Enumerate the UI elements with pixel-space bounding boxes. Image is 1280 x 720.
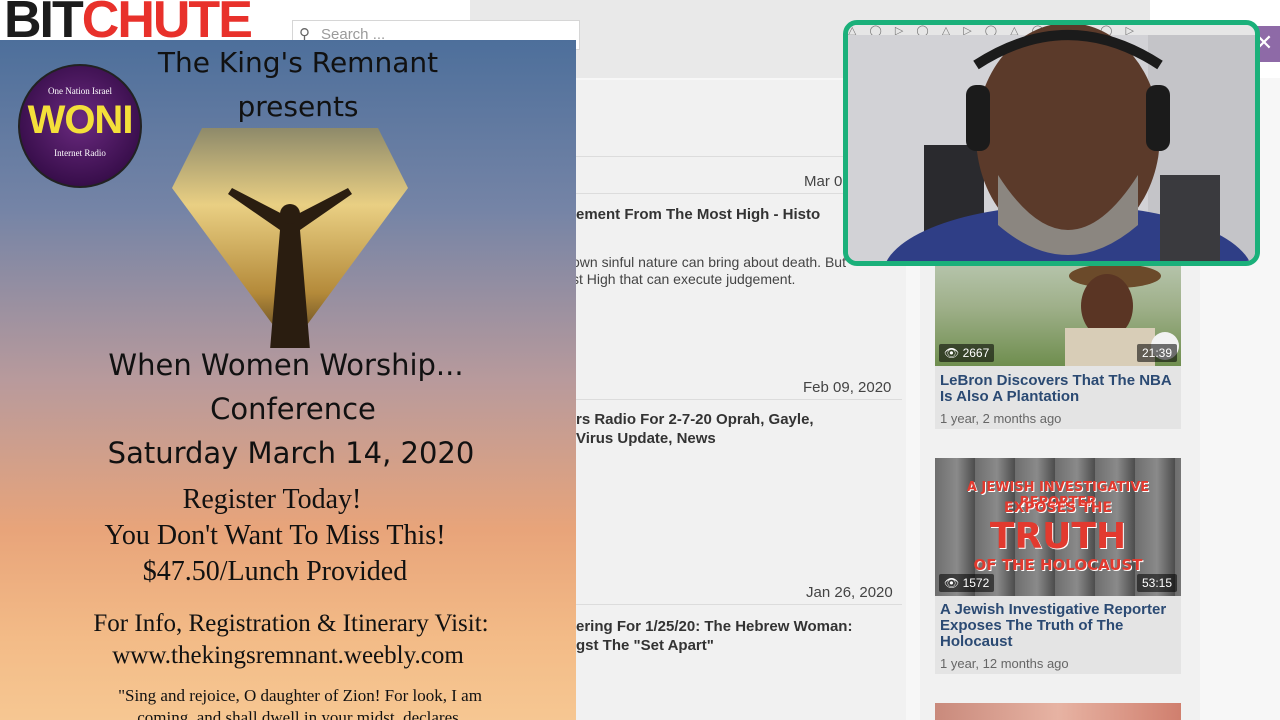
card-age: 1 year, 12 months ago [940,656,1069,671]
eye-icon: 👁 [944,346,963,360]
video-thumbnail[interactable] [935,703,1181,720]
scripture-quote-2: coming, and shall dwell in your midst, d… [137,708,459,720]
thumb-caption: OF THE HOLOCAUST [973,556,1143,574]
event-date: Saturday March 14, 2020 [107,436,475,470]
price-text: $47.50/Lunch Provided [142,556,408,587]
video-thumbnail[interactable]: A JEWISH INVESTIGATIVE REPORTER EXPOSES … [935,458,1181,596]
thumb-caption: EXPOSES THE [1004,500,1112,516]
website-url: www.thekingsremnant.weebly.com [112,642,464,669]
divider [576,399,902,400]
diamond-image [172,128,408,348]
eye-icon: 👁 [944,576,963,590]
presenter-subtitle: presents [237,90,359,123]
divider [576,604,902,605]
video-title[interactable]: ering For 1/25/20: The Hebrew Woman: gst… [576,617,852,655]
presenter-video [848,25,1255,261]
card-age: 1 year, 2 months ago [940,411,1062,426]
duration-badge: 21:39 [1136,344,1177,362]
video-date: Feb 09, 2020 [803,379,892,396]
event-title: When Women Worship... [108,348,464,382]
info-text: For Info, Registration & Itinerary Visit… [93,610,489,637]
webcam-overlay: △ ◯ ▷ ◯ △ ▷ ◯ △ ◯ ▷ △ ◯ ▷ [843,20,1260,266]
video-date: Mar 0 [804,173,843,190]
view-count: 👁 1572 [939,574,995,592]
register-text: Register Today! [182,484,362,515]
event-flyer: One Nation Israel WONI Internet Radio Th… [0,40,576,720]
card-title[interactable]: A Jewish Investigative Reporter Exposes … [940,602,1180,650]
video-title[interactable]: ement From The Most High - Histo [576,205,820,224]
scripture-quote: "Sing and rejoice, O daughter of Zion! F… [118,686,482,705]
thumb-caption: TRUTH [989,516,1127,557]
card-title[interactable]: LeBron Discovers That The NBA Is Also A … [940,373,1180,405]
presenter-name: The King's Remnant [157,46,439,79]
view-count: 👁 2667 [939,344,995,362]
video-date: Jan 26, 2020 [806,584,893,601]
woni-badge-logo: One Nation Israel WONI Internet Radio [18,64,142,188]
video-card[interactable]: A JEWISH INVESTIGATIVE REPORTER EXPOSES … [935,458,1181,674]
duration-badge: 53:15 [1136,574,1177,592]
video-description: own sinful nature can bring about death.… [572,254,846,287]
dont-miss-text: You Don't Want To Miss This! [104,520,446,551]
video-title[interactable]: rs Radio For 2-7-20 Oprah, Gayle, Virus … [576,410,814,448]
video-thumbnail[interactable]: 👁 2667 21:39 [935,258,1181,368]
event-title-2: Conference [210,392,376,426]
video-card[interactable]: 👁 2667 21:39 LeBron Discovers That The N… [935,258,1181,429]
